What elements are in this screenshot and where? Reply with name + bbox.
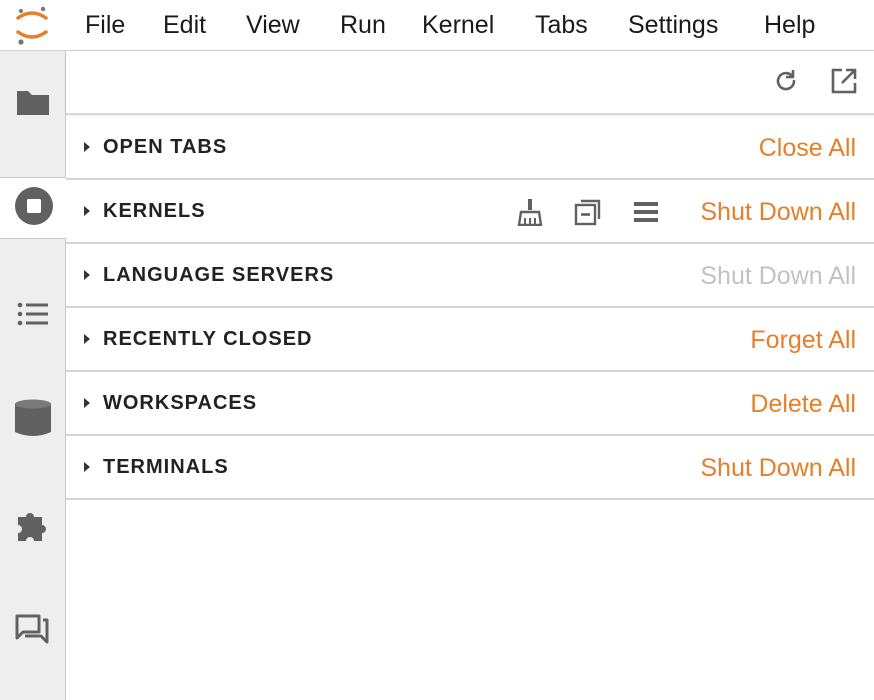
data-explorer-button[interactable] — [0, 390, 66, 452]
delete-all-button[interactable]: Delete All — [750, 390, 856, 419]
section-title: OPEN TABS — [103, 136, 228, 158]
section-title: RECENTLY CLOSED — [103, 328, 313, 350]
extension-puzzle-icon — [14, 507, 52, 550]
menu-help[interactable]: Help — [764, 10, 815, 40]
section-kernels[interactable]: KERNELS Shut Down All — [66, 180, 874, 244]
menu-file[interactable]: File — [85, 10, 125, 40]
collapse-icon[interactable] — [574, 198, 602, 226]
caret-right-icon — [84, 270, 90, 280]
chat-button[interactable] — [0, 602, 66, 664]
open-external-icon — [830, 67, 858, 100]
menu-tabs[interactable]: Tabs — [535, 10, 588, 40]
table-of-contents-button[interactable] — [0, 285, 66, 347]
caret-right-icon — [84, 206, 90, 216]
running-stop-icon — [14, 186, 54, 231]
section-recently-closed[interactable]: RECENTLY CLOSED Forget All — [66, 308, 874, 372]
menu-settings[interactable]: Settings — [628, 10, 718, 40]
menu-view[interactable]: View — [246, 10, 300, 40]
caret-right-icon — [84, 142, 90, 152]
running-sessions-button[interactable] — [0, 177, 67, 239]
section-terminals[interactable]: TERMINALS Shut Down All — [66, 436, 874, 500]
caret-right-icon — [84, 398, 90, 408]
file-browser-button[interactable] — [0, 73, 66, 135]
open-in-new-tab-button[interactable] — [830, 67, 858, 100]
refresh-button[interactable] — [772, 69, 800, 97]
shut-down-all-terminals-button[interactable]: Shut Down All — [700, 454, 856, 483]
caret-right-icon — [84, 462, 90, 472]
running-sessions-panel: OPEN TABS Close All KERNELS Shut Down Al… — [66, 51, 874, 700]
menu-run[interactable]: Run — [340, 10, 386, 40]
menu-kernel[interactable]: Kernel — [422, 10, 494, 40]
chat-icon — [14, 613, 52, 654]
section-title: TERMINALS — [103, 456, 229, 478]
menu-bar: File Edit View Run Kernel Tabs Settings … — [0, 0, 874, 51]
section-open-tabs[interactable]: OPEN TABS Close All — [66, 116, 874, 180]
list-view-icon[interactable] — [632, 198, 660, 226]
folder-icon — [15, 87, 51, 122]
left-activity-bar — [0, 51, 67, 700]
section-language-servers[interactable]: LANGUAGE SERVERS Shut Down All — [66, 244, 874, 308]
panel-toolbar — [66, 51, 874, 115]
clear-broom-icon[interactable] — [516, 198, 544, 226]
section-title: WORKSPACES — [103, 392, 258, 414]
shut-down-all-kernels-button[interactable]: Shut Down All — [700, 198, 856, 227]
jupyter-logo-icon — [12, 4, 52, 46]
extension-manager-button[interactable] — [0, 497, 66, 559]
caret-right-icon — [84, 334, 90, 344]
menu-edit[interactable]: Edit — [163, 10, 206, 40]
shut-down-all-language-servers-button: Shut Down All — [700, 262, 856, 290]
list-icon — [16, 299, 50, 334]
close-all-button[interactable]: Close All — [759, 134, 856, 163]
forget-all-button[interactable]: Forget All — [750, 326, 856, 355]
section-title: LANGUAGE SERVERS — [103, 264, 335, 286]
refresh-icon — [773, 68, 799, 99]
section-workspaces[interactable]: WORKSPACES Delete All — [66, 372, 874, 436]
database-icon — [13, 398, 53, 445]
section-title: KERNELS — [103, 200, 206, 222]
